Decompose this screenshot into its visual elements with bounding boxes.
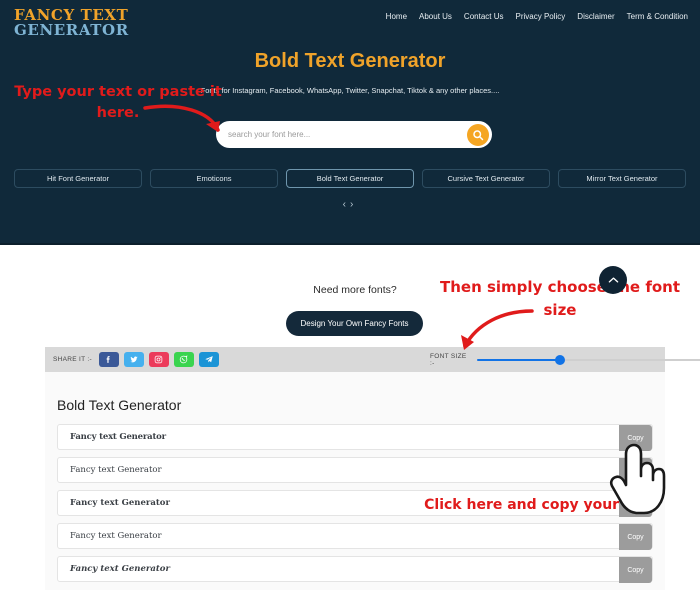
design-own-fonts-button[interactable]: Design Your Own Fancy Fonts [286, 311, 423, 336]
tab-label: Cursive Text Generator [447, 174, 525, 183]
search-bar [216, 121, 492, 148]
carousel-prev-icon[interactable]: ‹ [343, 199, 350, 210]
nav-item-about-us[interactable]: About Us [419, 12, 452, 21]
copy-button[interactable]: Copy [619, 425, 652, 451]
search-input[interactable] [216, 130, 467, 139]
site-logo[interactable]: FANCY TEXT GENERATOR [14, 7, 129, 40]
tab-label: Mirror Text Generator [586, 174, 658, 183]
nav-item-privacy-policy[interactable]: Privacy Policy [516, 12, 566, 21]
results-panel: Bold Text Generator Fancy text Generator… [45, 372, 665, 590]
result-text: Fancy text Generator [70, 498, 170, 508]
font-size-slider[interactable] [476, 354, 700, 366]
slider-thumb[interactable] [554, 354, 565, 365]
main-navigation: Home About Us Contact Us Privacy Policy … [386, 12, 688, 21]
result-text: Fancy text Generator [70, 564, 170, 574]
carousel-next-icon[interactable]: › [350, 199, 357, 210]
list-item[interactable]: Fancy text Generator Copy [57, 424, 653, 451]
tab-bold-text-generator[interactable]: Bold Text Generator [286, 169, 414, 188]
page-title: Bold Text Generator [254, 50, 446, 72]
design-own-fonts-label: Design Your Own Fancy Fonts [300, 319, 409, 328]
page-root: FANCY TEXT GENERATOR Home About Us Conta… [0, 0, 700, 590]
share-telegram-button[interactable] [198, 352, 219, 367]
list-item[interactable]: Fancy text Generator Copy [57, 556, 653, 583]
result-text: Fancy text Generator [70, 465, 162, 475]
share-instagram-button[interactable] [148, 352, 169, 367]
list-item[interactable]: Fancy text Generator Copy [57, 457, 653, 484]
nav-item-term-condition[interactable]: Term & Condition [627, 12, 688, 21]
copy-button[interactable]: Copy [619, 557, 652, 583]
share-and-fontsize-toolbar: SHARE IT :- FONT SIZE:- [45, 347, 700, 372]
scroll-to-top-button[interactable] [599, 266, 627, 294]
nav-item-contact-us[interactable]: Contact Us [464, 12, 504, 21]
copy-button[interactable]: Copy [619, 524, 652, 550]
tab-hit-font-generator[interactable]: Hit Font Generator [14, 169, 142, 188]
result-text: Fancy text Generator [70, 531, 162, 541]
tab-emoticons[interactable]: Emoticons [150, 169, 278, 188]
tab-mirror-text-generator[interactable]: Mirror Text Generator [558, 169, 686, 188]
tab-label: Emoticons [196, 174, 232, 183]
search-icon [472, 129, 484, 141]
whatsapp-icon [179, 355, 188, 364]
slider-fill [476, 358, 560, 361]
page-subtitle: Fonts for Instagram, Facebook, WhatsApp,… [200, 86, 500, 95]
nav-item-disclaimer[interactable]: Disclaimer [577, 12, 614, 21]
search-button[interactable] [467, 123, 489, 146]
tab-cursive-text-generator[interactable]: Cursive Text Generator [422, 169, 550, 188]
annotation-click-copy: Click here and copy your text [424, 497, 656, 513]
chevron-up-icon [608, 276, 619, 284]
tab-label: Hit Font Generator [46, 174, 110, 183]
share-it-label: SHARE IT :- [53, 356, 92, 363]
list-item[interactable]: Fancy text Generator Copy [57, 523, 653, 550]
logo-line-2: GENERATOR [14, 21, 129, 40]
annotation-choose-font-size: Then simply choose the font size [440, 278, 680, 319]
generator-tabs: Hit Font Generator Emoticons Bold Text G… [14, 169, 686, 188]
share-whatsapp-button[interactable] [173, 352, 194, 367]
twitter-icon [129, 355, 139, 364]
share-facebook-button[interactable] [98, 352, 119, 367]
results-title: Bold Text Generator [57, 397, 182, 413]
nav-item-home[interactable]: Home [386, 12, 407, 21]
annotation-type-your-text: Type your text or paste it here. [14, 84, 222, 122]
tabs-carousel-controls: ‹› [0, 199, 700, 210]
result-text: Fancy text Generator [70, 432, 166, 442]
font-size-label: FONT SIZE :- [430, 352, 467, 367]
font-size-control: FONT SIZE :- [430, 347, 700, 372]
instagram-icon [154, 355, 163, 364]
facebook-icon [104, 355, 113, 364]
telegram-icon [204, 355, 214, 364]
tab-label: Bold Text Generator [316, 174, 384, 183]
share-twitter-button[interactable] [123, 352, 144, 367]
copy-button[interactable]: Copy [619, 458, 652, 484]
